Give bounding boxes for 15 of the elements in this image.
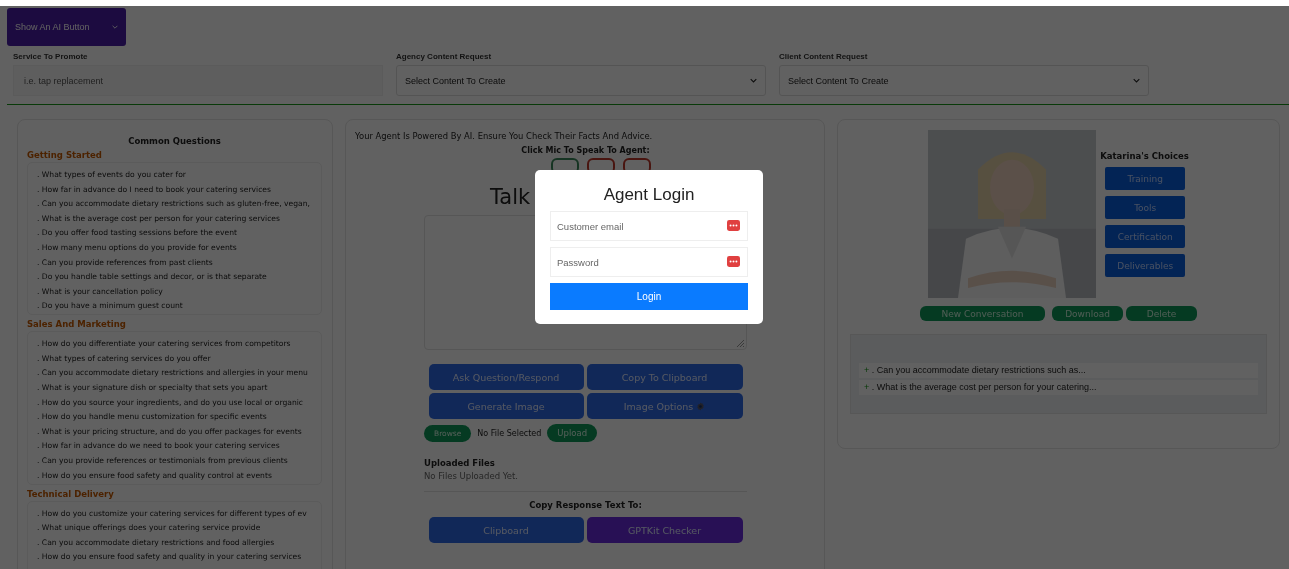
field-label: Agency Content Request <box>396 52 493 61</box>
section-heading: Getting Started <box>27 150 103 160</box>
mic-prompt: Click Mic To Speak To Agent: <box>520 146 651 155</box>
section-heading: Technical Delivery <box>27 488 115 499</box>
agent-heading: Talk <box>490 185 531 209</box>
dialog-title: Agent Login <box>602 185 696 205</box>
section-heading: Sales And Marketing <box>27 319 127 330</box>
uploaded-files-heading: Uploaded Files <box>424 458 496 468</box>
field-label: Client Content Request <box>779 52 869 61</box>
disclaimer-text: Your Agent Is Powered By AI. Ensure You Check Their Facts And Advice. <box>355 131 654 141</box>
choices-heading: Katarina's Choices <box>1100 151 1189 161</box>
copy-heading: Copy Response Text To: <box>528 500 643 510</box>
file-status: No File Selected <box>477 428 542 438</box>
panel-title: Common Questions <box>127 136 222 146</box>
field-label: Service To Promote <box>13 52 89 61</box>
